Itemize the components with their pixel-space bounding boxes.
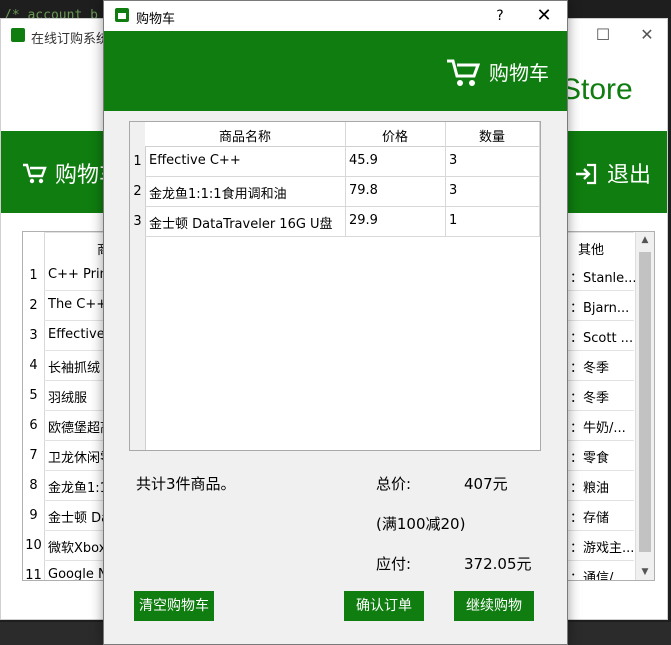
row-name: 微软Xbox bbox=[48, 541, 107, 556]
payable-label: 应付: bbox=[376, 555, 412, 573]
row-number: 1 bbox=[133, 154, 142, 169]
row-number: 4 bbox=[29, 358, 38, 373]
row-other: ：存储 bbox=[570, 511, 610, 526]
main-window-title: 在线订购系统 bbox=[31, 32, 110, 47]
store-brand: Store bbox=[561, 73, 633, 106]
row-name: 羽绒服 bbox=[48, 391, 88, 406]
close-button[interactable]: ✕ bbox=[637, 25, 657, 45]
row-other: ：冬季 bbox=[570, 391, 610, 406]
row-number: 6 bbox=[29, 418, 38, 433]
column-header-qty: 数量 bbox=[478, 130, 505, 145]
exit-icon bbox=[576, 163, 597, 185]
cart-item-price: 29.9 bbox=[349, 213, 378, 228]
cart-item-name: 金士顿 DataTraveler 16G U盘 bbox=[149, 217, 333, 232]
discount-text: (满100减20) bbox=[376, 515, 466, 533]
row-other: ：游戏主... bbox=[570, 541, 635, 556]
dialog-title: 购物车 bbox=[136, 12, 176, 27]
maximize-button[interactable]: ☐ bbox=[593, 25, 613, 45]
continue-shopping-button[interactable]: 继续购物 bbox=[454, 591, 534, 621]
row-number: 2 bbox=[133, 184, 142, 199]
row-other: ：零食 bbox=[570, 451, 610, 466]
row-name: 长袖抓绒 bbox=[48, 361, 101, 376]
row-other: ：Scott ... bbox=[570, 331, 634, 346]
row-name: 金士顿 Da bbox=[48, 511, 110, 526]
cart-item-qty: 3 bbox=[449, 153, 458, 168]
dialog-header-label: 购物车 bbox=[489, 61, 549, 85]
cart-row[interactable]: 1 Effective C++ 45.9 3 bbox=[130, 146, 540, 176]
clear-cart-button[interactable]: 清空购物车 bbox=[134, 591, 214, 621]
row-number: 10 bbox=[25, 538, 42, 553]
cart-icon bbox=[23, 163, 47, 184]
column-header-price: 价格 bbox=[381, 130, 408, 145]
cart-table: 商品名称 价格 数量 1 Effective C++ 45.9 3 2 金龙鱼1… bbox=[129, 121, 541, 451]
row-number: 2 bbox=[29, 298, 38, 313]
row-other: ：Bjarn... bbox=[570, 301, 630, 316]
cart-dialog: 购物车 ? ✕ 购物车 商品名称 价格 数量 1 Effective C++ 4… bbox=[103, 0, 568, 645]
cart-row[interactable]: 2 金龙鱼1:1:1食用调和油 79.8 3 bbox=[130, 176, 540, 206]
store-app-icon bbox=[11, 28, 25, 42]
cart-item-name: Effective C++ bbox=[149, 153, 241, 168]
cart-item-name: 金龙鱼1:1:1食用调和油 bbox=[149, 187, 287, 202]
confirm-order-button[interactable]: 确认订单 bbox=[344, 591, 424, 621]
column-header-name: 商品名称 bbox=[218, 130, 271, 145]
row-number: 8 bbox=[29, 478, 38, 493]
scrollbar-thumb[interactable] bbox=[639, 252, 651, 552]
total-label: 总价: bbox=[376, 475, 412, 493]
row-other: ：通信/... bbox=[570, 571, 626, 581]
cart-item-qty: 1 bbox=[449, 213, 458, 228]
dialog-header-title: 购物车 bbox=[447, 57, 549, 87]
row-name: The C++ bbox=[48, 297, 108, 312]
row-number: 3 bbox=[133, 214, 142, 229]
nav-exit-label: 退出 bbox=[607, 163, 652, 188]
nav-exit-button[interactable]: 退出 bbox=[575, 157, 651, 189]
cart-item-price: 79.8 bbox=[349, 183, 378, 198]
row-other: ：冬季 bbox=[570, 361, 610, 376]
dialog-title-bar: 购物车 ? ✕ bbox=[104, 1, 567, 31]
total-value: 407元 bbox=[464, 475, 508, 493]
row-number: 9 bbox=[29, 508, 38, 523]
help-button[interactable]: ? bbox=[490, 5, 510, 27]
cart-table-header: 商品名称 价格 数量 bbox=[145, 122, 540, 147]
row-number: 1 bbox=[29, 268, 38, 283]
row-other: ：粮油 bbox=[570, 481, 610, 496]
row-number: 3 bbox=[29, 328, 38, 343]
dialog-header: 购物车 bbox=[104, 31, 567, 111]
payable-value: 372.05元 bbox=[464, 555, 532, 573]
table-scrollbar[interactable]: ▲ ▼ bbox=[635, 232, 654, 580]
column-header-other: 其他 bbox=[578, 243, 605, 258]
row-name: Google N bbox=[48, 567, 108, 581]
row-name: 金龙鱼1:1 bbox=[48, 481, 108, 496]
cart-icon bbox=[447, 59, 481, 86]
row-number: 11 bbox=[25, 568, 42, 581]
cart-item-qty: 3 bbox=[449, 183, 458, 198]
scroll-up-arrow-icon[interactable]: ▲ bbox=[636, 235, 654, 245]
row-other: ：牛奶/... bbox=[570, 421, 626, 436]
cart-item-price: 45.9 bbox=[349, 153, 378, 168]
dialog-close-button[interactable]: ✕ bbox=[532, 5, 556, 27]
cart-row[interactable]: 3 金士顿 DataTraveler 16G U盘 29.9 1 bbox=[130, 206, 540, 236]
row-number: 5 bbox=[29, 388, 38, 403]
item-count-text: 共计3件商品。 bbox=[136, 475, 236, 493]
row-other: ：Stanle... bbox=[570, 271, 637, 286]
row-number: 7 bbox=[29, 448, 38, 463]
store-app-icon bbox=[115, 8, 129, 22]
scroll-down-arrow-icon[interactable]: ▼ bbox=[636, 567, 654, 577]
